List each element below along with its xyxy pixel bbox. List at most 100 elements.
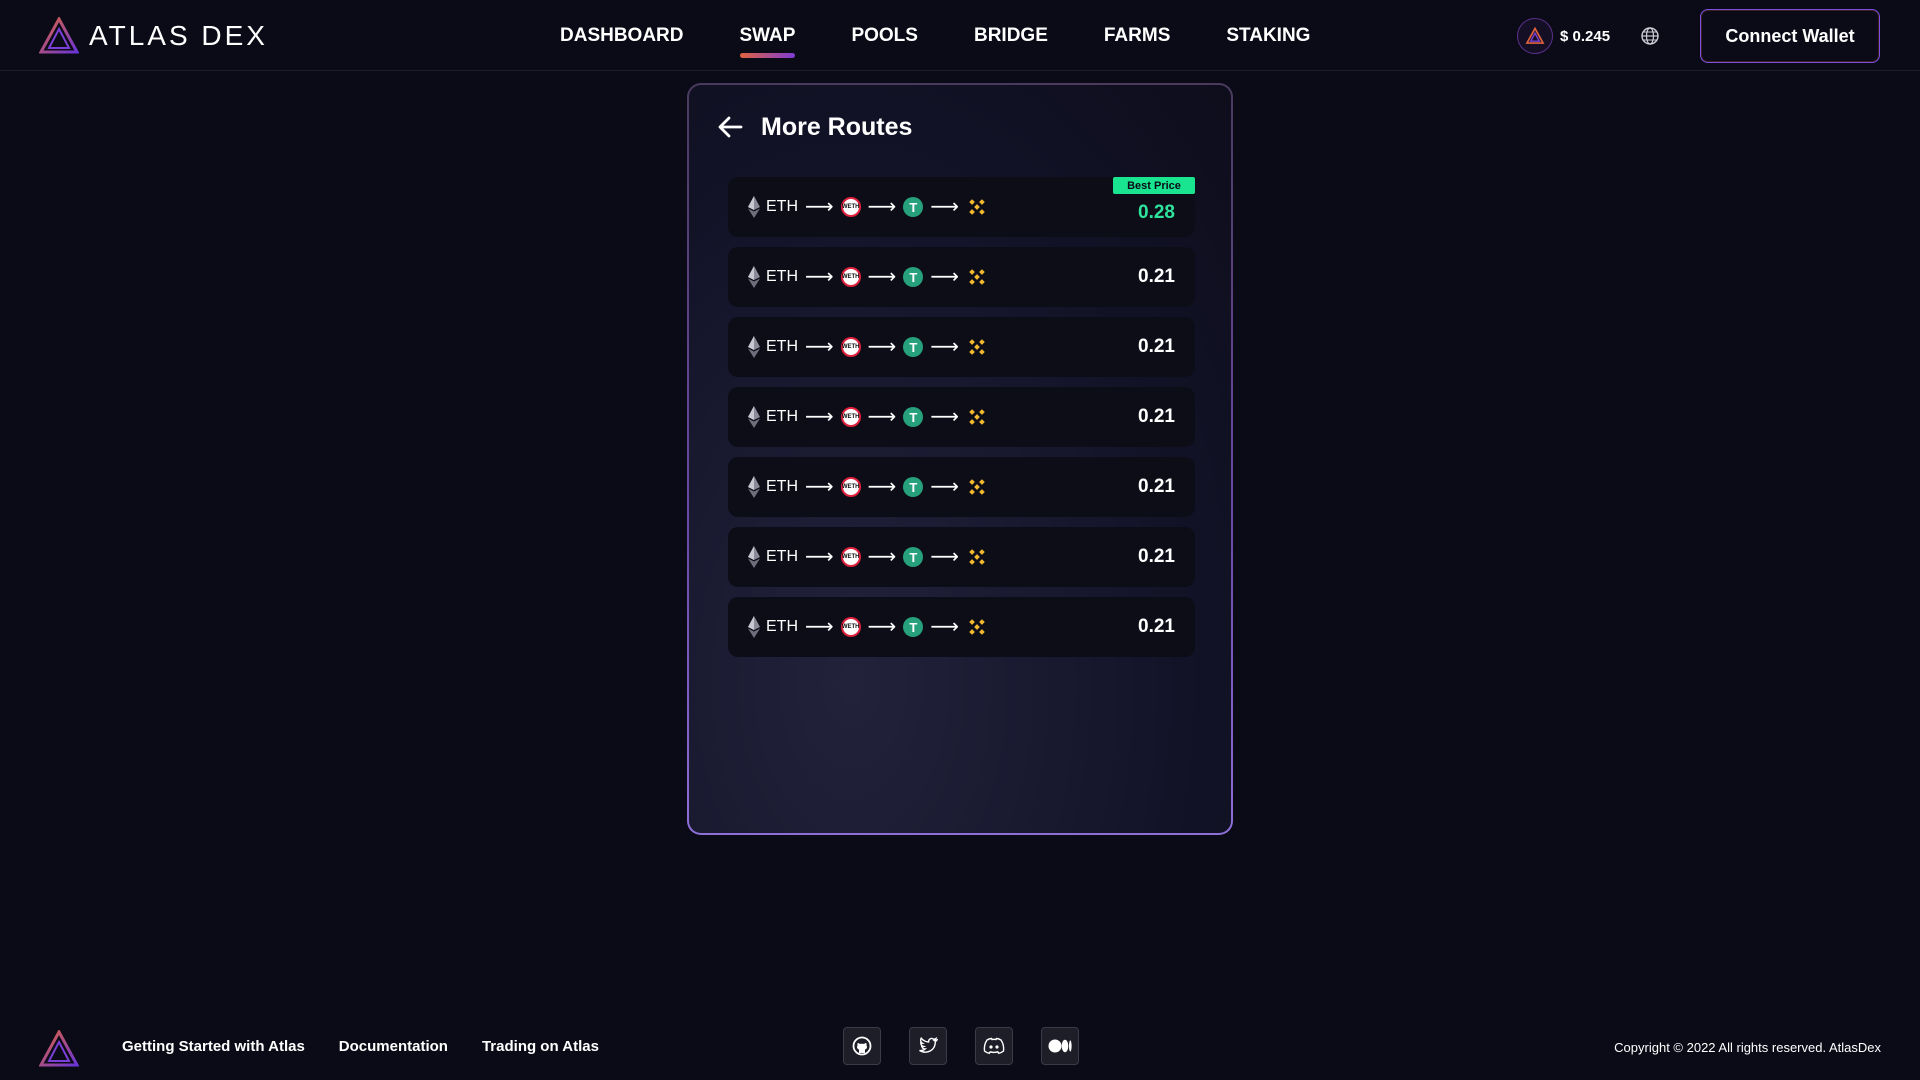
route-from-token: ETH [766,198,798,215]
connect-wallet-button[interactable]: Connect Wallet [1700,9,1880,63]
route-row[interactable]: ETH ⟶ WETH ⟶ T ⟶ 0.21 [728,247,1195,307]
route-path: ETH ⟶ WETH ⟶ T ⟶ [748,387,988,447]
route-row[interactable]: ETH ⟶ WETH ⟶ T ⟶ 0.21 [728,597,1195,657]
usdt-icon: T [903,267,924,287]
eth-icon [748,196,760,218]
more-routes-panel: More Routes ETH ⟶ WETH ⟶ T ⟶ 0.28 Best P… [687,83,1233,835]
eth-icon [748,266,760,288]
footer-link-getting-started[interactable]: Getting Started with Atlas [122,1038,305,1055]
globe-icon[interactable] [1640,26,1660,46]
bnb-icon [969,549,985,565]
route-path: ETH ⟶ WETH ⟶ T ⟶ [748,177,988,237]
route-path: ETH ⟶ WETH ⟶ T ⟶ [748,597,988,657]
route-arrow-icon: ⟶ [930,406,960,428]
panel-title: More Routes [761,112,913,141]
route-from-token: ETH [766,408,798,425]
medium-icon[interactable] [1041,1027,1079,1065]
usdt-icon: T [903,617,924,637]
route-arrow-icon: ⟶ [867,266,897,288]
footer: Getting Started with Atlas Documentation… [0,1020,1920,1080]
eth-icon [748,616,760,638]
atlas-token-icon [1517,18,1553,54]
nav-staking[interactable]: STAKING [1226,0,1310,71]
copyright-text: Copyright © 2022 All rights reserved. At… [1614,1040,1881,1055]
route-path: ETH ⟶ WETH ⟶ T ⟶ [748,527,988,587]
token-price: $ 0.245 [1560,27,1611,45]
route-arrow-icon: ⟶ [805,336,834,358]
route-arrow-icon: ⟶ [930,196,960,218]
usdt-icon: T [903,197,924,217]
usdt-icon: T [903,337,924,357]
route-output-value: 0.21 [1138,406,1175,427]
token-price-chip[interactable]: $ 0.245 [1517,18,1610,54]
footer-links: Getting Started with Atlas Documentation… [122,1038,633,1055]
discord-icon[interactable] [975,1027,1013,1065]
route-arrow-icon: ⟶ [930,266,960,288]
main-nav: DASHBOARD SWAP POOLS BRIDGE FARMS STAKIN… [560,0,1366,71]
github-icon[interactable] [843,1027,881,1065]
weth-icon: WETH [840,407,861,427]
usdt-icon: T [903,547,924,567]
back-arrow-icon[interactable] [717,114,743,140]
route-row[interactable]: ETH ⟶ WETH ⟶ T ⟶ 0.21 [728,527,1195,587]
route-output-value: 0.21 [1138,266,1175,287]
weth-icon: WETH [840,337,861,357]
eth-icon [748,336,760,358]
route-output-value: 0.21 [1138,336,1175,357]
route-arrow-icon: ⟶ [930,616,960,638]
route-arrow-icon: ⟶ [805,196,834,218]
route-output-value: 0.21 [1138,476,1175,497]
best-price-badge: Best Price [1113,177,1195,194]
eth-icon [748,546,760,568]
route-path: ETH ⟶ WETH ⟶ T ⟶ [748,247,988,307]
weth-icon: WETH [840,477,861,497]
nav-dashboard[interactable]: DASHBOARD [560,0,684,71]
route-arrow-icon: ⟶ [867,476,897,498]
panel-header: More Routes [717,111,912,143]
top-header: ATLAS DEX DASHBOARD SWAP POOLS BRIDGE FA… [0,0,1920,71]
bnb-icon [969,409,985,425]
atlas-logo-icon[interactable] [39,1030,79,1068]
route-arrow-icon: ⟶ [930,546,960,568]
route-arrow-icon: ⟶ [805,616,834,638]
route-arrow-icon: ⟶ [867,336,897,358]
eth-icon [748,476,760,498]
route-arrow-icon: ⟶ [867,406,897,428]
route-row-best[interactable]: ETH ⟶ WETH ⟶ T ⟶ 0.28 Best Price [728,177,1195,237]
atlas-logo-icon [39,17,79,54]
social-links [843,1027,1107,1065]
route-from-token: ETH [766,478,798,495]
route-arrow-icon: ⟶ [867,616,897,638]
route-path: ETH ⟶ WETH ⟶ T ⟶ [748,317,988,377]
route-from-token: ETH [766,548,798,565]
weth-icon: WETH [840,617,861,637]
footer-link-trading[interactable]: Trading on Atlas [482,1038,599,1055]
route-arrow-icon: ⟶ [805,266,834,288]
route-row[interactable]: ETH ⟶ WETH ⟶ T ⟶ 0.21 [728,387,1195,447]
twitter-icon[interactable] [909,1027,947,1065]
route-arrow-icon: ⟶ [930,336,960,358]
route-path: ETH ⟶ WETH ⟶ T ⟶ [748,457,988,517]
route-output-value: 0.21 [1138,546,1175,567]
eth-icon [748,406,760,428]
bnb-icon [969,339,985,355]
weth-icon: WETH [840,547,861,567]
usdt-icon: T [903,477,924,497]
footer-link-documentation[interactable]: Documentation [339,1038,448,1055]
route-arrow-icon: ⟶ [805,546,834,568]
nav-bridge[interactable]: BRIDGE [974,0,1048,71]
brand-name: ATLAS DEX [89,20,268,51]
nav-pools[interactable]: POOLS [851,0,918,71]
nav-swap[interactable]: SWAP [739,0,795,71]
weth-icon: WETH [840,197,861,217]
bnb-icon [969,269,985,285]
route-row[interactable]: ETH ⟶ WETH ⟶ T ⟶ 0.21 [728,317,1195,377]
routes-list: ETH ⟶ WETH ⟶ T ⟶ 0.28 Best Price ETH ⟶ W… [728,177,1195,667]
route-arrow-icon: ⟶ [930,476,960,498]
brand[interactable]: ATLAS DEX [39,17,268,55]
nav-farms[interactable]: FARMS [1104,0,1171,71]
route-output-value: 0.21 [1138,616,1175,637]
route-row[interactable]: ETH ⟶ WETH ⟶ T ⟶ 0.21 [728,457,1195,517]
route-from-token: ETH [766,338,798,355]
route-arrow-icon: ⟶ [867,196,897,218]
